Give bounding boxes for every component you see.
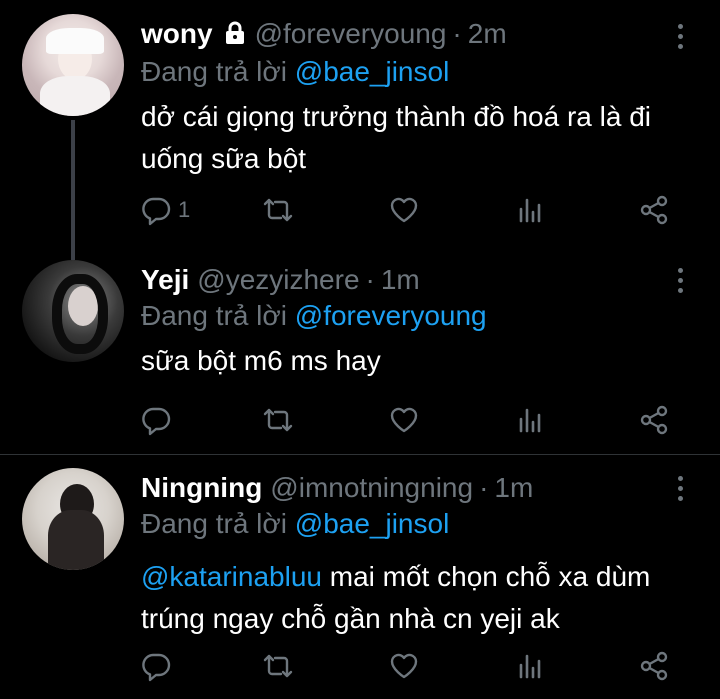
avatar[interactable] (22, 260, 124, 362)
share-button[interactable] (638, 400, 670, 440)
more-icon[interactable] (678, 24, 684, 54)
retweet-icon (263, 654, 293, 678)
user-handle[interactable]: @foreveryoung (255, 18, 447, 50)
tweet-body: sữa bột m6 ms hay (141, 345, 381, 376)
analytics-icon (519, 654, 541, 679)
user-handle[interactable]: @yezyizhere (197, 264, 359, 296)
tweet-text: sữa bột m6 ms hay (141, 340, 701, 382)
like-icon (390, 407, 418, 433)
tweet-header: Ningning @imnotningning · 1m (141, 472, 533, 504)
replying-to-mention[interactable]: @bae_jinsol (295, 56, 450, 87)
replying-to: Đang trả lời @foreveryoung (141, 300, 487, 332)
like-button[interactable] (388, 190, 420, 230)
tweet-3[interactable]: Ningning @imnotningning · 1m Đang trả lờ… (0, 455, 720, 699)
share-icon (640, 195, 668, 225)
more-icon[interactable] (678, 476, 684, 506)
retweet-button[interactable] (262, 646, 294, 686)
retweet-button[interactable] (262, 400, 294, 440)
tweet-header: wony @foreveryoung · 2m (141, 18, 507, 50)
replying-to-mention[interactable]: @foreveryoung (295, 300, 487, 331)
lock-icon (223, 21, 247, 45)
share-button[interactable] (638, 646, 670, 686)
reply-button[interactable] (140, 400, 172, 440)
analytics-button[interactable] (514, 646, 546, 686)
reply-icon (142, 197, 171, 226)
separator-dot: · (365, 264, 375, 295)
reply-icon (142, 653, 171, 682)
action-bar (0, 646, 720, 686)
display-name[interactable]: Yeji (141, 264, 189, 296)
share-button[interactable] (638, 190, 670, 230)
analytics-icon (519, 198, 541, 223)
tweet-header: Yeji @yezyizhere · 1m (141, 264, 420, 296)
like-button[interactable] (388, 400, 420, 440)
replying-to-label: Đang trả lời (141, 56, 287, 87)
replying-to-label: Đang trả lời (141, 300, 287, 331)
separator-dot: · (452, 18, 462, 49)
timestamp[interactable]: 2m (468, 18, 507, 50)
analytics-button[interactable] (514, 400, 546, 440)
separator-dot: · (479, 472, 489, 503)
retweet-icon (263, 408, 293, 432)
reply-button[interactable] (140, 646, 172, 686)
tweet-text: dở cái giọng trưởng thành đồ hoá ra là đ… (141, 96, 701, 180)
display-name[interactable]: Ningning (141, 472, 262, 504)
share-icon (640, 405, 668, 435)
timestamp[interactable]: 1m (381, 264, 420, 296)
avatar[interactable] (22, 468, 124, 570)
tweet-2[interactable]: Yeji @yezyizhere · 1m Đang trả lời @fore… (0, 250, 720, 454)
tweet-1[interactable]: wony @foreveryoung · 2m Đang trả lời @ba… (0, 0, 720, 250)
replying-to: Đang trả lời @bae_jinsol (141, 508, 449, 540)
reply-count: 1 (178, 197, 191, 222)
replying-to: Đang trả lời @bae_jinsol (141, 56, 449, 88)
analytics-icon (519, 408, 541, 433)
like-button[interactable] (388, 646, 420, 686)
user-handle[interactable]: @imnotningning (270, 472, 473, 504)
avatar[interactable] (22, 14, 124, 116)
reply-icon (142, 407, 171, 436)
replying-to-label: Đang trả lời (141, 508, 287, 539)
timestamp[interactable]: 1m (494, 472, 533, 504)
display-name[interactable]: wony (141, 18, 213, 50)
analytics-button[interactable] (514, 190, 546, 230)
action-bar (0, 400, 720, 440)
action-bar: 1 (0, 190, 720, 230)
tweet-mention-link[interactable]: @katarinabluu (141, 561, 322, 592)
tweet-body: dở cái giọng trưởng thành đồ hoá ra là đ… (141, 101, 652, 174)
more-icon[interactable] (678, 268, 684, 298)
retweet-button[interactable] (262, 190, 294, 230)
like-icon (390, 653, 418, 679)
reply-button[interactable]: 1 (140, 190, 190, 230)
tweet-text: @katarinabluu mai mốt chọn chỗ xa dùm tr… (141, 556, 701, 640)
like-icon (390, 197, 418, 223)
retweet-icon (263, 198, 293, 222)
replying-to-mention[interactable]: @bae_jinsol (295, 508, 450, 539)
share-icon (640, 651, 668, 681)
